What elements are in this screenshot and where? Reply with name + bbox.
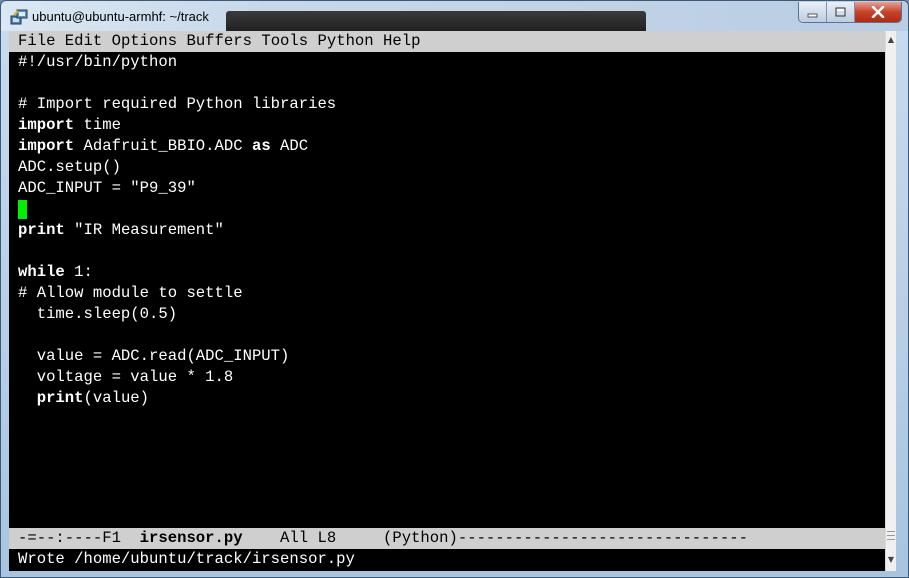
code-line: ADC_INPUT = "P9_39" bbox=[18, 179, 196, 197]
keyword: import bbox=[18, 137, 75, 155]
menu-options[interactable]: Options bbox=[112, 31, 178, 52]
menubar-items: File Edit Options Buffers Tools Python H… bbox=[18, 31, 420, 52]
title-bar[interactable]: ubuntu@ubuntu-armhf: ~/track bbox=[1, 1, 908, 33]
code-line: # Import required Python libraries bbox=[18, 95, 337, 113]
minimize-icon bbox=[807, 13, 818, 17]
modeline-position: All L8 bbox=[280, 529, 337, 547]
modeline-status: -=--:----F1 bbox=[18, 529, 121, 547]
maximize-button[interactable] bbox=[827, 2, 855, 22]
text-cursor bbox=[18, 200, 27, 219]
putty-icon[interactable] bbox=[10, 8, 28, 26]
window-controls bbox=[798, 2, 902, 23]
close-button[interactable] bbox=[855, 2, 901, 22]
scroll-down-icon[interactable]: ▼ bbox=[886, 555, 896, 564]
menu-help[interactable]: Help bbox=[383, 31, 420, 52]
emacs-modeline: -=--:----F1 irsensor.py All L8 (Python)-… bbox=[9, 528, 885, 549]
modeline-mode: (Python) bbox=[382, 529, 458, 547]
keyword: while bbox=[18, 263, 65, 281]
menu-tools[interactable]: Tools bbox=[261, 31, 308, 52]
scroll-up-icon[interactable]: ▲ bbox=[886, 35, 896, 44]
close-icon bbox=[871, 6, 885, 18]
code-line: value = ADC.read(ADC_INPUT) bbox=[18, 347, 290, 365]
vertical-scrollbar[interactable]: ▲ ▼ bbox=[885, 31, 896, 571]
echo-area: Wrote /home/ubuntu/track/irsensor.py bbox=[18, 550, 355, 568]
keyword: print bbox=[36, 389, 84, 407]
code-line: voltage = value * 1.8 bbox=[18, 368, 234, 386]
menu-buffers[interactable]: Buffers bbox=[186, 31, 252, 52]
code-line: ADC.setup() bbox=[18, 158, 121, 176]
code-line: time.sleep(0.5) bbox=[18, 305, 178, 323]
code-line: #!/usr/bin/python bbox=[18, 53, 178, 71]
keyword: print bbox=[18, 221, 65, 239]
background-window-strip bbox=[226, 11, 646, 33]
emacs-menubar: File Edit Options Buffers Tools Python H… bbox=[9, 31, 885, 52]
code-line: print(value) bbox=[36, 389, 150, 407]
modeline-text: -=--:----F1 irsensor.py All L8 (Python)-… bbox=[18, 529, 748, 547]
terminal-client-area: File Edit Options Buffers Tools Python H… bbox=[9, 31, 896, 571]
code-line: import Adafruit_BBIO.ADC as ADC bbox=[18, 137, 309, 155]
modeline-buffer-name: irsensor.py bbox=[139, 529, 243, 547]
window-title: ubuntu@ubuntu-armhf: ~/track bbox=[32, 9, 209, 24]
terminal-window: ubuntu@ubuntu-armhf: ~/track File Edit O… bbox=[0, 0, 909, 578]
maximize-icon bbox=[835, 7, 846, 16]
scroll-grip-icon[interactable] bbox=[887, 528, 895, 542]
code-line: while 1: bbox=[18, 263, 93, 281]
keyword: import bbox=[18, 116, 75, 134]
minimize-button[interactable] bbox=[799, 2, 827, 22]
cursor-line bbox=[18, 199, 27, 220]
keyword: as bbox=[251, 137, 271, 155]
emacs-terminal[interactable]: File Edit Options Buffers Tools Python H… bbox=[9, 31, 885, 571]
code-line: print "IR Measurement" bbox=[18, 221, 224, 239]
menu-edit[interactable]: Edit bbox=[65, 31, 102, 52]
menu-python[interactable]: Python bbox=[318, 31, 374, 52]
menu-file[interactable]: File bbox=[18, 31, 55, 52]
code-line: import time bbox=[18, 116, 121, 134]
code-line: # Allow module to settle bbox=[18, 284, 243, 302]
